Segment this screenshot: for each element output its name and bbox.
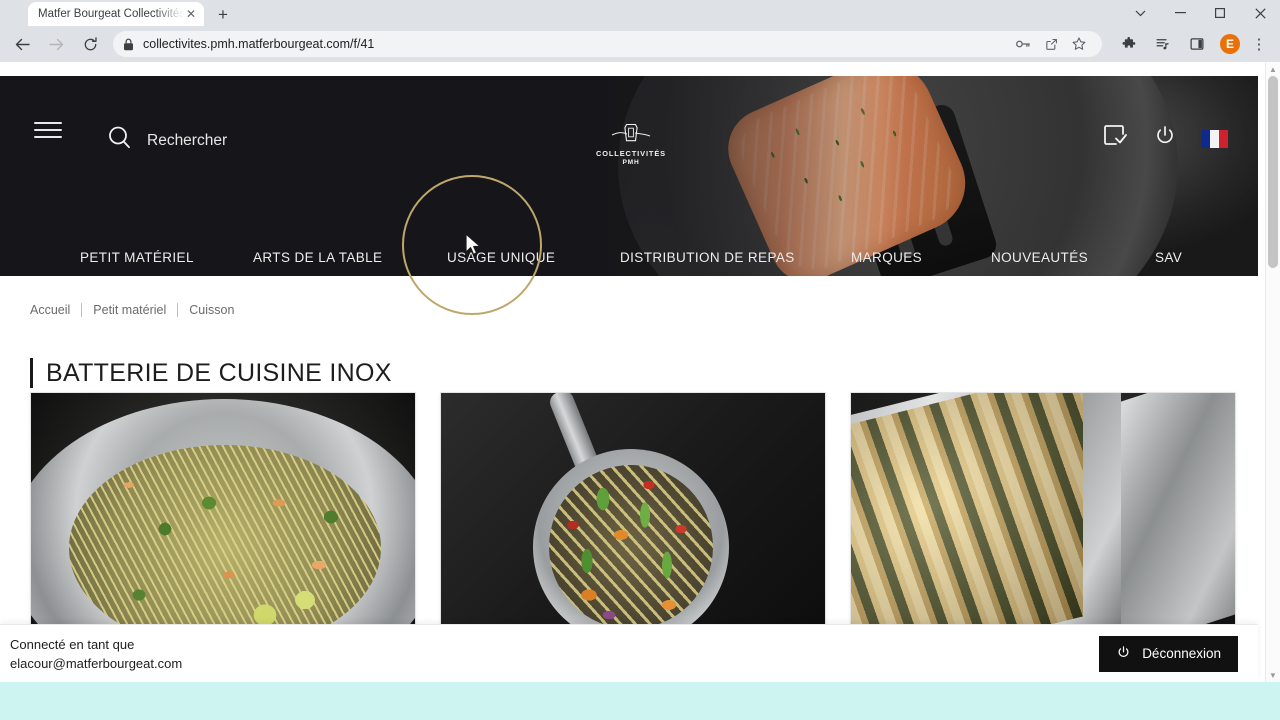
omnibox-actions: [1010, 31, 1092, 57]
reload-icon[interactable]: [75, 29, 105, 59]
card-image-bacs-gastronorme: [851, 393, 1235, 644]
scroll-down-icon[interactable]: ▼: [1266, 668, 1280, 682]
search-label: Rechercher: [147, 131, 228, 149]
lock-icon: [123, 38, 134, 51]
collectivites-mark-icon: [592, 120, 670, 148]
hamburger-menu-icon[interactable]: [34, 122, 62, 138]
page-viewport: Rechercher COLLECTIVITÉS PMH PETIT MATÉR…: [0, 62, 1280, 682]
browser-toolbar: collectivites.pmh.matferbourgeat.com/f/4…: [0, 26, 1280, 62]
site-header-top: Rechercher COLLECTIVITÉS PMH: [0, 76, 1258, 166]
order-checklist-icon[interactable]: [1101, 122, 1129, 155]
side-panel-icon[interactable]: [1182, 29, 1212, 59]
bookmark-star-icon[interactable]: [1066, 31, 1092, 57]
session-bar: Connecté en tant que elacour@matferbourg…: [0, 624, 1258, 682]
back-icon[interactable]: [7, 29, 37, 59]
tab-close-icon[interactable]: ✕: [184, 7, 198, 21]
url-text: collectivites.pmh.matferbourgeat.com/f/4…: [143, 37, 375, 51]
nav-item-nouveautes[interactable]: NOUVEAUTÉS: [991, 250, 1088, 265]
title-accent-bar: [30, 358, 33, 389]
breadcrumb-separator: [177, 303, 179, 317]
connected-as-label: Connecté en tant que: [10, 636, 135, 652]
browser-menu-icon[interactable]: ⋮: [1248, 31, 1270, 57]
brand-name: COLLECTIVITÉS: [595, 149, 666, 158]
breadcrumb-item-cuisson[interactable]: Cuisson: [189, 303, 234, 317]
extensions-puzzle-icon[interactable]: [1114, 29, 1144, 59]
breadcrumb-item-accueil[interactable]: Accueil: [30, 303, 70, 317]
browser-tab[interactable]: Matfer Bourgeat Collectivités PMH ✕: [28, 2, 204, 26]
nav-item-sav[interactable]: SAV: [1155, 250, 1182, 265]
tab-search-icon[interactable]: [1120, 0, 1160, 26]
screen: Matfer Bourgeat Collectivités PMH ✕ +: [0, 0, 1280, 720]
power-icon: [1116, 645, 1131, 663]
card-image-excellence-inox: [441, 393, 825, 644]
nav-item-usage-unique[interactable]: USAGE UNIQUE: [447, 250, 555, 265]
page-scrollbar[interactable]: ▲ ▼: [1265, 62, 1280, 682]
forward-icon[interactable]: [41, 29, 71, 59]
nav-item-arts-de-la-table[interactable]: ARTS DE LA TABLE: [253, 250, 382, 265]
tab-strip: Matfer Bourgeat Collectivités PMH ✕ +: [0, 0, 1280, 26]
site-logo[interactable]: COLLECTIVITÉS PMH: [592, 120, 670, 166]
password-key-icon[interactable]: [1010, 31, 1036, 57]
breadcrumb: Accueil Petit matériel Cuisson: [30, 303, 234, 317]
breadcrumb-separator: [81, 303, 83, 317]
site-search[interactable]: Rechercher: [106, 124, 227, 157]
tab-title: Matfer Bourgeat Collectivités PMH: [38, 8, 184, 20]
profile-avatar[interactable]: E: [1220, 34, 1240, 54]
address-bar[interactable]: collectivites.pmh.matferbourgeat.com/f/4…: [113, 31, 1102, 57]
nav-item-petit-materiel[interactable]: PETIT MATÉRIEL: [80, 250, 194, 265]
close-window-button[interactable]: [1240, 0, 1280, 26]
card-image-tradition-inox: [31, 393, 415, 644]
reading-list-icon[interactable]: [1148, 29, 1178, 59]
minimize-button[interactable]: [1160, 0, 1200, 26]
logout-label: Déconnexion: [1142, 646, 1221, 661]
scroll-up-icon[interactable]: ▲: [1266, 62, 1280, 76]
logout-button[interactable]: Déconnexion: [1099, 635, 1238, 672]
scrollbar-thumb[interactable]: [1268, 76, 1278, 268]
french-flag-icon[interactable]: [1201, 129, 1228, 148]
maximize-button[interactable]: [1200, 0, 1240, 26]
new-tab-button[interactable]: +: [212, 3, 234, 25]
window-controls: [1120, 0, 1280, 26]
page-title: BATTERIE DE CUISINE INOX: [46, 358, 392, 387]
nav-item-marques[interactable]: MARQUES: [851, 250, 922, 265]
connected-as-email: elacour@matferbourgeat.com: [10, 655, 183, 671]
nav-item-distribution-de-repas[interactable]: DISTRIBUTION DE REPAS: [620, 250, 795, 265]
toolbar-right: E ⋮: [1110, 29, 1280, 59]
brand-subtitle: PMH: [622, 159, 640, 166]
connected-as-text: Connecté en tant que elacour@matferbourg…: [10, 635, 182, 673]
breadcrumb-item-petit-materiel[interactable]: Petit matériel: [93, 303, 166, 317]
site-header: Rechercher COLLECTIVITÉS PMH PETIT MATÉR…: [0, 76, 1258, 276]
power-icon[interactable]: [1153, 124, 1177, 153]
desktop-background: [0, 682, 1280, 720]
share-icon[interactable]: [1038, 31, 1064, 57]
search-icon: [106, 124, 134, 157]
site-header-actions: [1101, 122, 1228, 155]
browser-chrome: Matfer Bourgeat Collectivités PMH ✕ +: [0, 0, 1280, 62]
main-navigation: PETIT MATÉRIEL ARTS DE LA TABLE USAGE UN…: [0, 224, 1258, 276]
